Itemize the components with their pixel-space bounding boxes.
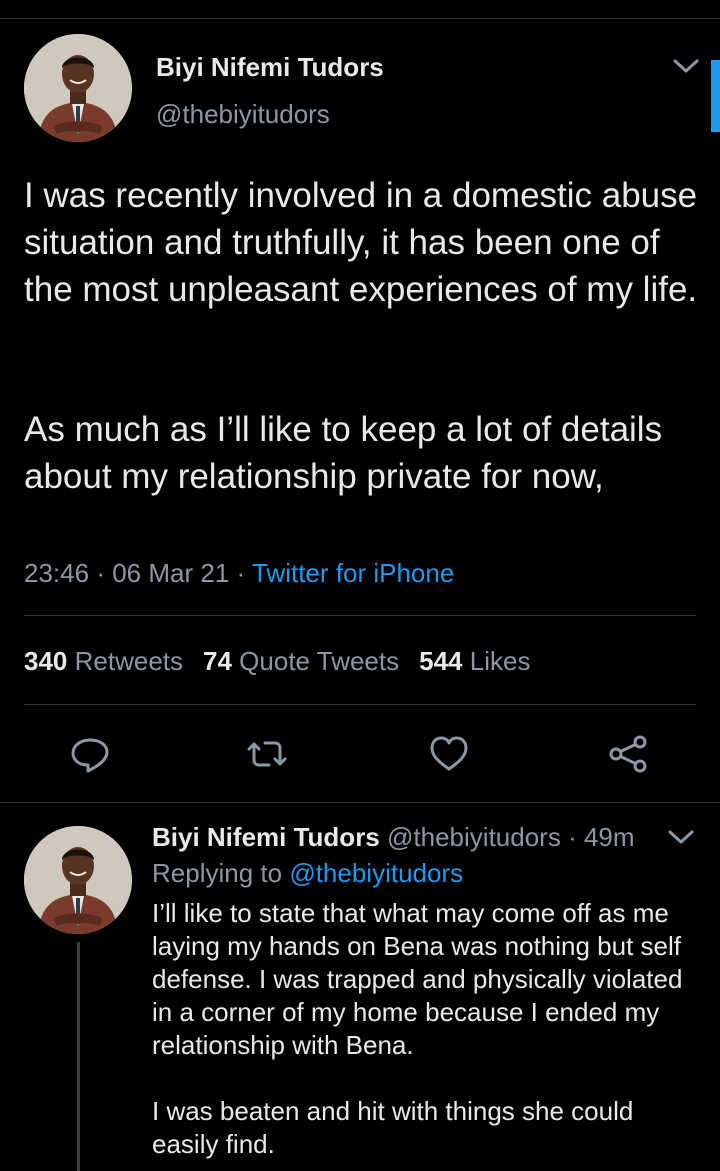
meta-separator: · xyxy=(568,822,577,852)
tweet-date[interactable]: 06 Mar 21 xyxy=(112,558,229,588)
likes-count: 544 xyxy=(419,646,463,676)
avatar[interactable] xyxy=(24,826,132,934)
share-icon[interactable] xyxy=(606,732,650,776)
divider xyxy=(24,704,696,705)
tweet-stats: 340 Retweets 74 Quote Tweets 544 Likes xyxy=(24,646,530,677)
likes-stat[interactable]: 544 Likes xyxy=(419,646,530,676)
scroll-indicator[interactable] xyxy=(711,60,720,132)
tweet-text-paragraph: I was recently involved in a domestic ab… xyxy=(24,176,698,309)
chevron-down-icon[interactable] xyxy=(666,827,696,847)
profile-photo-icon xyxy=(24,826,132,934)
tweet-meta: 23:46 · 06 Mar 21 · Twitter for iPhone xyxy=(24,558,454,589)
divider xyxy=(0,802,720,803)
meta-separator: · xyxy=(96,558,105,588)
quotes-count: 74 xyxy=(203,646,232,676)
reply-text-paragraph: I was beaten and hit with things she cou… xyxy=(152,1096,634,1159)
likes-label: Likes xyxy=(469,646,531,676)
thread-line xyxy=(77,942,80,1171)
tweet-text-paragraph: As much as I’ll like to keep a lot of de… xyxy=(24,410,663,496)
profile-photo-icon xyxy=(24,34,132,142)
retweets-stat[interactable]: 340 Retweets xyxy=(24,646,183,676)
reply-text-paragraph: I’ll like to state that what may come of… xyxy=(152,898,683,1060)
reply-author-name[interactable]: Biyi Nifemi Tudors xyxy=(152,822,380,852)
reply-author-handle[interactable]: @thebiyitudors xyxy=(387,822,561,852)
quotes-label: Quote Tweets xyxy=(239,646,400,676)
reply-header: Biyi Nifemi Tudors @thebiyitudors · 49m xyxy=(152,822,635,853)
meta-separator: · xyxy=(236,558,246,588)
reply-icon[interactable] xyxy=(68,732,112,776)
tweet-source-link[interactable]: Twitter for iPhone xyxy=(252,558,454,588)
top-divider xyxy=(0,18,720,19)
reply-time[interactable]: 49m xyxy=(584,822,635,852)
mention-link[interactable]: @thebiyitudors xyxy=(289,858,463,888)
author-handle[interactable]: @thebiyitudors xyxy=(156,99,330,130)
tweet-time: 23:46 xyxy=(24,558,90,588)
avatar[interactable] xyxy=(24,34,132,142)
heart-icon[interactable] xyxy=(427,732,471,776)
retweets-label: Retweets xyxy=(74,646,184,676)
quotes-stat[interactable]: 74 Quote Tweets xyxy=(203,646,399,676)
chevron-down-icon[interactable] xyxy=(671,56,701,76)
replying-label: Replying to xyxy=(152,858,283,888)
retweets-count: 340 xyxy=(24,646,68,676)
divider xyxy=(24,615,696,616)
replying-to: Replying to @thebiyitudors xyxy=(152,858,463,889)
retweet-icon[interactable] xyxy=(245,732,289,776)
author-name[interactable]: Biyi Nifemi Tudors xyxy=(156,52,384,83)
